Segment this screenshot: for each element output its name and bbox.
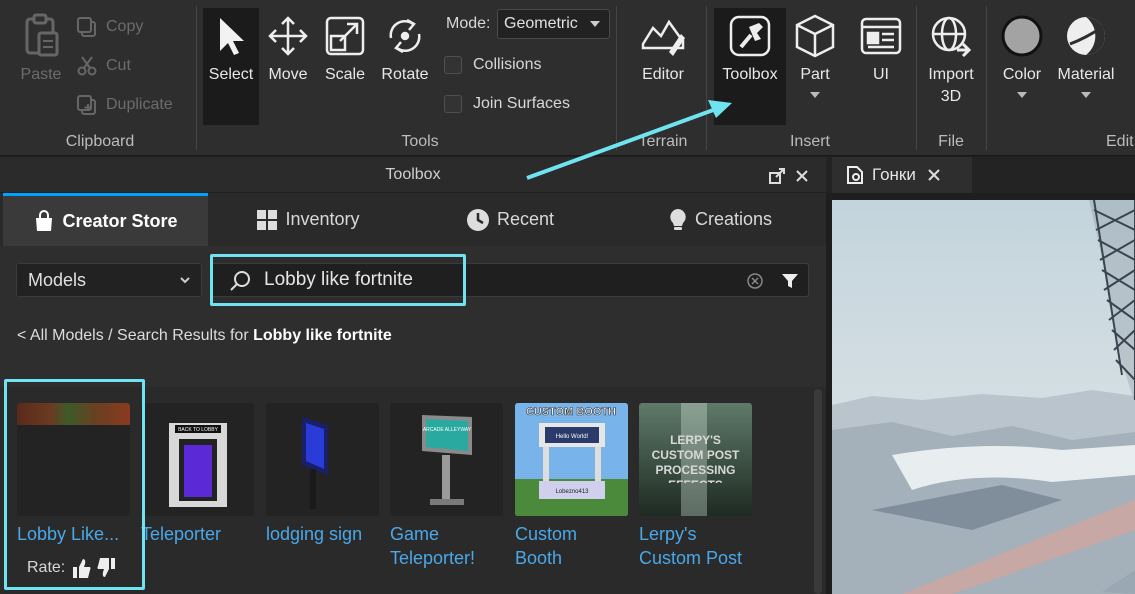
annotation-arrow — [526, 100, 732, 180]
